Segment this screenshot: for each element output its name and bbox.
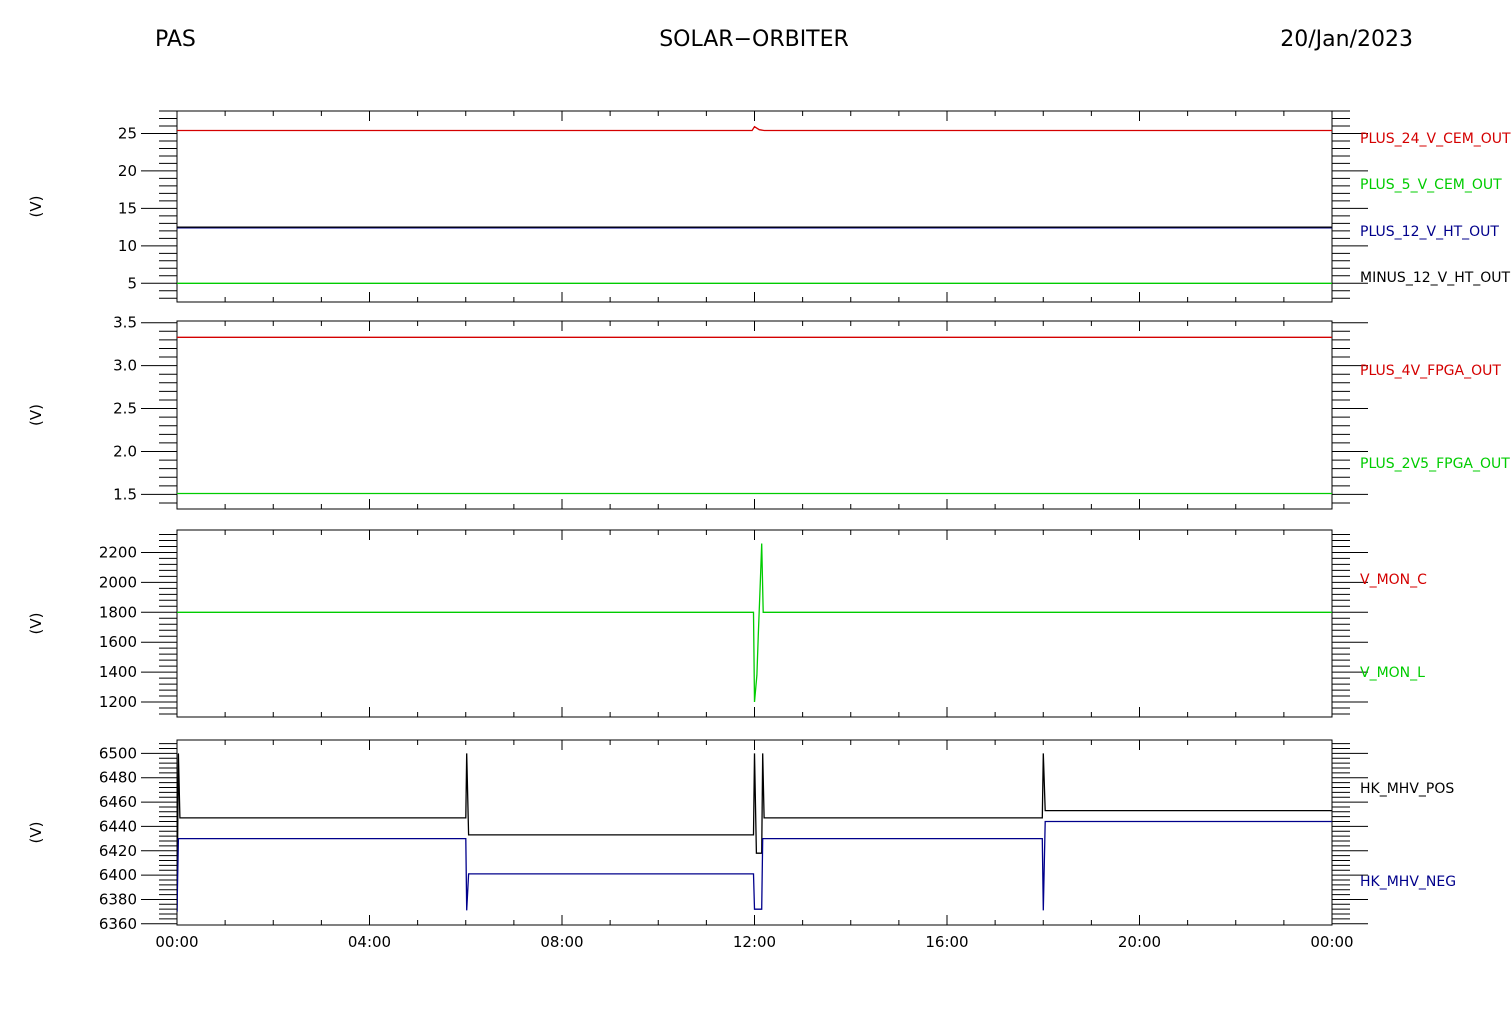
legend-plus-5-v-cem-out: PLUS_5_V_CEM_OUT: [1360, 177, 1502, 193]
panel-3: 1200 1400 1600 1800 2000 2200 (V) V_MON_C V_MON_…: [27, 529, 1427, 718]
x-tick-label: 00:00: [155, 933, 198, 951]
legend-minus-12-v-ht-out: MINUS_12_V_HT_OUT: [1360, 270, 1511, 286]
legend-plus-12-v-ht-out: PLUS_12_V_HT_OUT: [1360, 224, 1499, 240]
legend-plus-2v5-fpga-out: PLUS_2V5_FPGA_OUT: [1360, 456, 1510, 472]
y-tick-label: 1.5: [113, 485, 137, 503]
y-tick-label: 6440: [99, 817, 137, 835]
x-tick-label: 04:00: [348, 933, 391, 951]
y-axis-label: (V): [27, 613, 45, 635]
x-tick-label: 20:00: [1118, 933, 1161, 951]
y-tick-label: 2200: [99, 543, 137, 561]
y-tick-label: 6360: [99, 915, 137, 933]
plot-frame: [176, 110, 1333, 303]
y-tick-label: 3.0: [113, 357, 137, 375]
panel-1: 5 10 15 20 25 (V) PLUS_24_V_CEM_OUT PLUS_5_V_CE…: [27, 110, 1511, 303]
y-tick-label: 1200: [99, 693, 137, 711]
y-tick-label: 6420: [99, 842, 137, 860]
y-tick-label: 15: [118, 199, 137, 217]
y-tick-label: 25: [118, 124, 137, 142]
legend-hk-mhv-neg: HK_MHV_NEG: [1360, 874, 1456, 890]
y-tick-label: 10: [118, 237, 137, 255]
legend-v-mon-c: V_MON_C: [1360, 572, 1427, 588]
y-tick-label: 1600: [99, 633, 137, 651]
panel-2: 1.5 2.0 2.5 3.0 3.5 (V) PLUS_4V_FPGA_OUT PLUS_2…: [27, 314, 1510, 510]
series-line-plus-24-v-cem-out: [177, 125, 1332, 132]
y-tick-label: 1400: [99, 663, 137, 681]
instrument-label: PAS: [155, 27, 196, 52]
legend-plus-24-v-cem-out: PLUS_24_V_CEM_OUT: [1360, 131, 1511, 147]
y-tick-label: 5: [127, 274, 137, 292]
y-tick-label: 6380: [99, 890, 137, 908]
y-tick-label: 20: [118, 162, 137, 180]
y-tick-label: 1800: [99, 603, 137, 621]
legend-hk-mhv-pos: HK_MHV_POS: [1360, 781, 1454, 797]
y-tick-label: 2.5: [113, 400, 137, 418]
mission-title: SOLAR−ORBITER: [659, 27, 849, 52]
legend-v-mon-l: V_MON_L: [1360, 665, 1425, 681]
y-axis-label: (V): [27, 822, 45, 844]
y-axis-label: (V): [27, 196, 45, 218]
series-line-hk-mhv-neg: [177, 820, 1332, 912]
date-label: 20/Jan/2023: [1280, 27, 1413, 52]
x-tick-label: 08:00: [540, 933, 583, 951]
y-tick-label: 3.5: [113, 314, 137, 332]
x-tick-label: 16:00: [925, 933, 968, 951]
legend-plus-4v-fpga-out: PLUS_4V_FPGA_OUT: [1360, 363, 1501, 379]
y-tick-label: 6500: [99, 744, 137, 762]
y-tick-label: 2000: [99, 573, 137, 591]
x-tick-label: 00:00: [1310, 933, 1353, 951]
x-tick-label: 12:00: [733, 933, 776, 951]
series-line-v-mon-l: [177, 543, 1332, 703]
housekeeping-chart: PAS SOLAR−ORBITER 20/Jan/2023 5 10 15 20 25 (…: [27, 27, 1511, 951]
plot-frame: [176, 320, 1333, 510]
y-tick-label: 6480: [99, 769, 137, 787]
y-axis-label: (V): [27, 404, 45, 426]
y-tick-label: 6400: [99, 866, 137, 884]
y-tick-label: 2.0: [113, 442, 137, 460]
y-tick-label: 6460: [99, 793, 137, 811]
panel-4: 6360 6380 6400 6420 6440 6460 6480 6500 (V) HK_MH…: [27, 739, 1456, 933]
